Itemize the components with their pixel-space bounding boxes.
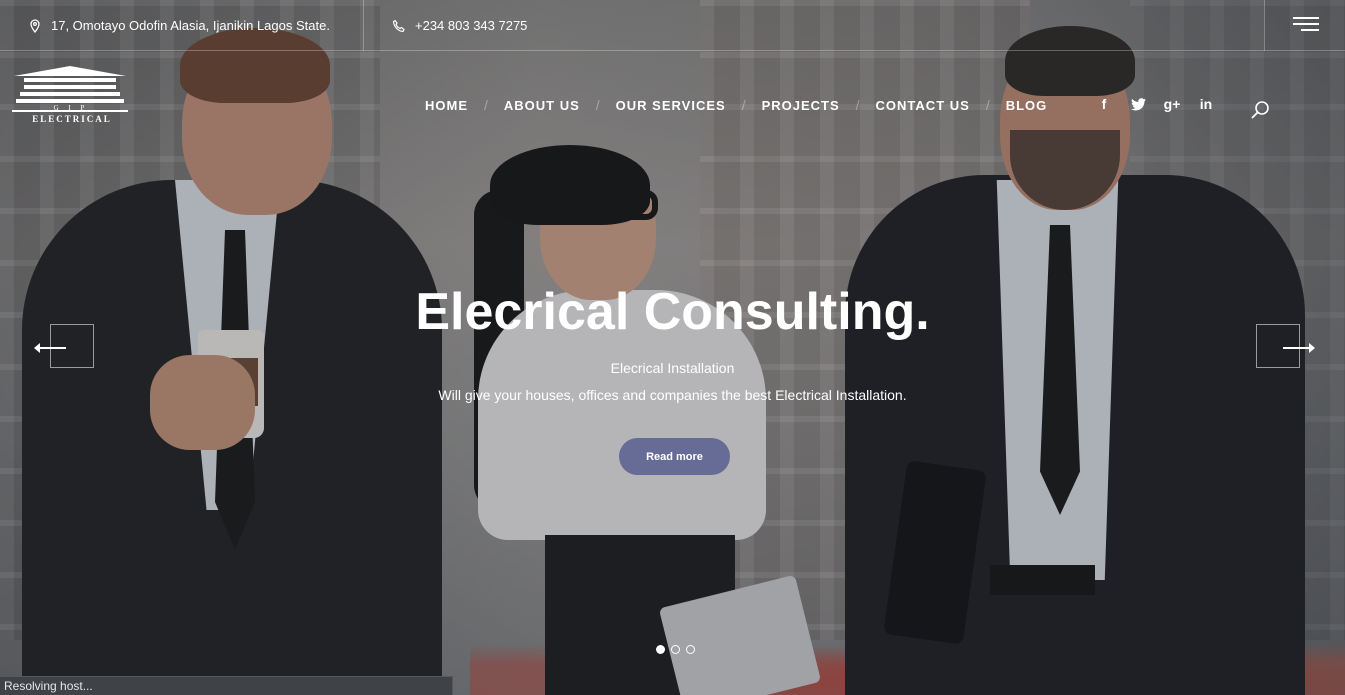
slider-dot-2[interactable] [671,645,680,654]
browser-status-bar: Resolving host... [0,676,453,695]
hero-subtitle: Elecrical Installation [610,360,735,376]
phone-info: +234 803 343 7275 [392,0,527,51]
nav-blog[interactable]: BLOG [1006,98,1048,113]
facebook-icon[interactable]: f [1096,96,1112,112]
topbar-divider [363,0,364,51]
arrow-left-icon[interactable] [34,343,66,353]
phone-icon [392,19,405,32]
address-text: 17, Omotayo Odofin Alasia, Ijanikin Lago… [51,18,330,33]
google-plus-icon[interactable]: g+ [1164,96,1181,112]
linkedin-icon[interactable]: in [1198,96,1214,112]
phone-text[interactable]: +234 803 343 7275 [415,18,527,33]
topbar-divider [1264,0,1265,51]
nav-separator: / [484,97,488,113]
nav-separator: / [595,97,600,113]
search-icon[interactable] [1250,100,1270,120]
hamburger-menu-icon[interactable] [1293,16,1319,34]
logo-text: ELECTRICAL [32,114,112,124]
slider-next-button[interactable] [1256,324,1300,368]
nav-separator: / [855,97,860,113]
nav-contact-us[interactable]: CONTACT US [876,98,970,113]
nav-about-us[interactable]: ABOUT US [504,98,580,113]
slider-dot-1[interactable] [656,645,665,654]
nav-our-services[interactable]: OUR SERVICES [616,98,726,113]
top-info-bar: 17, Omotayo Odofin Alasia, Ijanikin Lago… [0,0,1345,51]
site-logo[interactable]: G I P ELECTRICAL [10,66,132,126]
nav-separator: / [985,97,990,113]
nav-separator: / [741,97,746,113]
slider-dot-3[interactable] [686,645,695,654]
nav-home[interactable]: HOME [425,98,468,113]
social-links: f g+ in [1096,96,1214,112]
hero-title: Elecrical Consulting. [415,283,930,341]
arrow-right-icon[interactable] [1283,343,1315,353]
slider-prev-button[interactable] [50,324,94,368]
slider-pagination [656,645,695,654]
read-more-button[interactable]: Read more [619,438,730,475]
twitter-icon[interactable] [1130,96,1146,112]
hero-description: Will give your houses, offices and compa… [438,387,907,403]
map-pin-icon [30,18,40,33]
address-info: 17, Omotayo Odofin Alasia, Ijanikin Lago… [28,0,330,51]
nav-projects[interactable]: PROJECTS [762,98,840,113]
main-navigation: HOME / ABOUT US / OUR SERVICES / PROJECT… [425,97,1047,113]
